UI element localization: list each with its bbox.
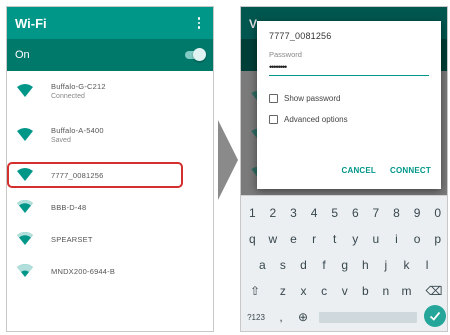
key-p[interactable]: p <box>427 226 447 252</box>
network-list: Buffalo-G-C212 Connected Buffalo-A-5400 … <box>7 71 213 287</box>
key-0[interactable]: 0 <box>427 200 447 226</box>
key-q[interactable]: q <box>242 226 263 252</box>
keyboard-row-digits: 1 2 3 4 5 6 7 8 9 0 <box>241 200 447 226</box>
cancel-button[interactable]: CANCEL <box>341 166 376 175</box>
backspace-key-icon[interactable]: ⌫ <box>421 278 447 304</box>
wifi-signal-icon <box>17 232 33 245</box>
key-7[interactable]: 7 <box>366 200 387 226</box>
key-b[interactable]: b <box>355 278 376 304</box>
key-e[interactable]: e <box>283 226 304 252</box>
key-i[interactable]: i <box>386 226 407 252</box>
wifi-signal-icon <box>17 200 33 213</box>
network-item[interactable]: Buffalo-A-5400 Saved <box>7 111 213 159</box>
network-ssid: SPEARSET <box>51 234 93 244</box>
network-status: Connected <box>51 93 85 100</box>
symbols-key[interactable]: ?123 <box>243 304 269 330</box>
wifi-switch[interactable] <box>183 48 206 61</box>
wifi-password-screen: V 7777_0081256 Password •••••••• Show pa… <box>240 6 448 332</box>
show-password-checkbox[interactable] <box>269 94 278 103</box>
key-d[interactable]: d <box>293 252 314 278</box>
dialog-actions: CANCEL CONNECT <box>341 166 431 175</box>
key-m[interactable]: m <box>396 278 417 304</box>
network-item[interactable]: SPEARSET <box>7 223 213 255</box>
network-ssid: Buffalo-G-C212 <box>51 82 106 91</box>
wifi-signal-icon <box>17 128 33 141</box>
network-ssid: BBB-D-48 <box>51 202 87 212</box>
wifi-settings-screen: Wi-Fi On Buffalo-G-C212 Connected Buffal… <box>6 6 214 332</box>
enter-key-icon[interactable] <box>424 305 446 327</box>
key-8[interactable]: 8 <box>386 200 407 226</box>
key-t[interactable]: t <box>324 226 345 252</box>
key-r[interactable]: r <box>304 226 325 252</box>
key-j[interactable]: j <box>376 252 397 278</box>
network-item[interactable]: Buffalo-G-C212 Connected <box>7 71 213 111</box>
network-status: Saved <box>51 137 71 144</box>
page-title: Wi-Fi <box>15 15 47 31</box>
key-2[interactable]: 2 <box>263 200 284 226</box>
wifi-signal-icon <box>17 264 33 277</box>
key-x[interactable]: x <box>293 278 314 304</box>
key-c[interactable]: c <box>314 278 335 304</box>
advanced-options-checkbox-row[interactable]: Advanced options <box>269 115 429 124</box>
show-password-checkbox-row[interactable]: Show password <box>269 94 429 103</box>
network-item[interactable]: BBB-D-48 <box>7 191 213 223</box>
key-u[interactable]: u <box>366 226 387 252</box>
password-label: Password <box>269 50 302 59</box>
key-3[interactable]: 3 <box>283 200 304 226</box>
key-s[interactable]: s <box>273 252 294 278</box>
password-input[interactable]: •••••••• <box>269 62 429 76</box>
connect-button[interactable]: CONNECT <box>390 166 431 175</box>
comma-key[interactable]: , <box>272 304 290 330</box>
key-9[interactable]: 9 <box>407 200 428 226</box>
key-z[interactable]: z <box>273 278 294 304</box>
network-ssid: 7777_0081256 <box>51 170 104 180</box>
key-h[interactable]: h <box>355 252 376 278</box>
advanced-options-label: Advanced options <box>284 115 348 124</box>
key-5[interactable]: 5 <box>324 200 345 226</box>
wifi-password-dialog: 7777_0081256 Password •••••••• Show pass… <box>257 21 441 189</box>
key-w[interactable]: w <box>263 226 284 252</box>
key-o[interactable]: o <box>407 226 428 252</box>
network-item-selected[interactable]: 7777_0081256 <box>7 159 213 191</box>
key-f[interactable]: f <box>314 252 335 278</box>
network-item[interactable]: MNDX200-6944-B <box>7 255 213 287</box>
key-v[interactable]: v <box>334 278 355 304</box>
key-g[interactable]: g <box>334 252 355 278</box>
dimmed-title-fragment: V <box>249 17 258 31</box>
keyboard-row-asdf: a s d f g h j k l <box>241 252 447 278</box>
key-1[interactable]: 1 <box>242 200 263 226</box>
soft-keyboard: 1 2 3 4 5 6 7 8 9 0 q w e r t y u i o p … <box>241 195 447 331</box>
space-key[interactable] <box>319 312 417 323</box>
overflow-menu-icon[interactable] <box>193 15 205 31</box>
keyboard-row-qwerty: q w e r t y u i o p <box>241 226 447 252</box>
key-y[interactable]: y <box>345 226 366 252</box>
keyboard-row-bottom: ?123 , ⊕ <box>241 304 447 330</box>
dialog-title: 7777_0081256 <box>269 31 332 41</box>
globe-key-icon[interactable]: ⊕ <box>293 304 313 330</box>
wifi-signal-icon <box>17 84 33 97</box>
show-password-label: Show password <box>284 94 341 103</box>
wifi-toggle-bar[interactable]: On <box>7 39 213 71</box>
advanced-options-checkbox[interactable] <box>269 115 278 124</box>
network-ssid: MNDX200-6944-B <box>51 266 116 276</box>
key-a[interactable]: a <box>252 252 273 278</box>
shift-key-icon[interactable]: ⇧ <box>242 278 268 304</box>
wifi-toggle-label: On <box>15 49 30 61</box>
network-ssid: Buffalo-A-5400 <box>51 126 104 135</box>
app-bar: Wi-Fi <box>7 7 213 39</box>
key-k[interactable]: k <box>396 252 417 278</box>
keyboard-row-zxcv: ⇧ z x c v b n m ⌫ <box>241 278 447 304</box>
key-n[interactable]: n <box>376 278 397 304</box>
key-6[interactable]: 6 <box>345 200 366 226</box>
key-l[interactable]: l <box>417 252 438 278</box>
step-arrow-icon <box>218 120 238 200</box>
checkmark-icon <box>429 311 441 321</box>
key-4[interactable]: 4 <box>304 200 325 226</box>
